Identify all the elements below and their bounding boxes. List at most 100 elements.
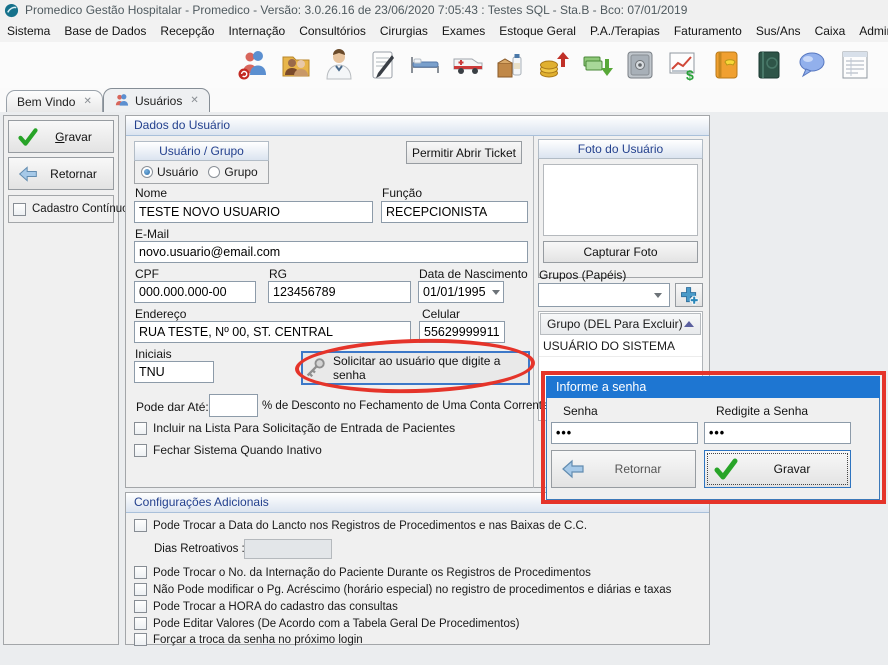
menu-estoque-geral[interactable]: Estoque Geral: [492, 20, 583, 42]
users-icon[interactable]: [237, 47, 269, 83]
menu-caixa[interactable]: Caixa: [808, 20, 853, 42]
cpf-input[interactable]: [134, 281, 256, 303]
checkbox-icon: [134, 444, 147, 457]
endereco-input[interactable]: [134, 321, 411, 343]
funcao-label: Função: [382, 186, 422, 200]
arrow-left-icon: [18, 164, 38, 184]
check-icon: [18, 127, 38, 147]
group-row[interactable]: USUÁRIO DO SISTEMA: [539, 336, 702, 357]
config-checkbox-editar-valores[interactable]: Pode Editar Valores (De Acordo com a Tab…: [134, 617, 519, 630]
photo-panel-header: Foto do Usuário: [538, 139, 703, 159]
tab-strip: Bem Vindo Usuários: [0, 88, 888, 112]
app-window: Promedico Gestão Hospitalar - Promedico …: [0, 0, 888, 665]
config-checkbox-no-internacao[interactable]: Pode Trocar o No. da Internação do Pacie…: [134, 566, 591, 579]
password-dialog: Informe a senha Senha Redigite a Senha R…: [546, 376, 880, 500]
pharmacy-icon[interactable]: [495, 47, 527, 83]
config-checkbox-forcar-troca-senha[interactable]: Forçar a troca da senha no próximo login: [134, 633, 363, 646]
celular-input[interactable]: [419, 321, 505, 343]
radio-usuario[interactable]: [141, 166, 153, 178]
book-icon[interactable]: [753, 47, 785, 83]
tab-close-icon[interactable]: [83, 96, 91, 107]
menu-recepcao[interactable]: Recepção: [153, 20, 221, 42]
data-nascimento-label: Data de Nascimento: [419, 267, 528, 281]
phonebook-icon[interactable]: [710, 47, 742, 83]
celular-label: Celular: [422, 307, 460, 321]
config-checkbox-pg-acrescimo[interactable]: Não Pode modificar o Pg. Acréscimo (horá…: [134, 583, 671, 596]
iniciais-input[interactable]: [134, 361, 214, 383]
bed-icon[interactable]: [409, 47, 441, 83]
dias-retroativos-input: [244, 539, 332, 559]
menu-base-de-dados[interactable]: Base de Dados: [57, 20, 153, 42]
grupos-combo[interactable]: [538, 283, 670, 307]
checkbox-icon: [134, 600, 147, 613]
dialog-save-button[interactable]: Gravar: [704, 450, 851, 488]
groups-grid-header[interactable]: Grupo (DEL Para Excluir): [540, 313, 701, 335]
email-field[interactable]: [134, 241, 528, 263]
toolbar: $: [0, 42, 888, 89]
add-group-button[interactable]: [675, 283, 703, 307]
request-password-button[interactable]: Solicitar ao usuário que digite a senha: [301, 351, 530, 385]
add-plus-icon: [679, 285, 699, 305]
menu-exames[interactable]: Exames: [435, 20, 492, 42]
tab-close-icon[interactable]: [190, 95, 198, 106]
cash-in-icon[interactable]: [538, 47, 570, 83]
password-dialog-title: Informe a senha: [546, 376, 880, 398]
capture-photo-button[interactable]: Capturar Foto: [543, 241, 698, 263]
endereco-label: Endereço: [135, 307, 186, 321]
app-logo-icon: [4, 3, 19, 18]
save-button-label: Gravar: [38, 130, 109, 144]
config-checkbox-data-lancto[interactable]: Pode Trocar a Data do Lancto nos Registr…: [134, 519, 587, 532]
ambulance-icon[interactable]: [452, 47, 484, 83]
menu-sistema[interactable]: Sistema: [0, 20, 57, 42]
report-icon[interactable]: [839, 47, 871, 83]
menu-cirurgias[interactable]: Cirurgias: [373, 20, 435, 42]
chevron-down-icon[interactable]: [654, 293, 662, 298]
prescription-icon[interactable]: [366, 47, 398, 83]
doctor-icon[interactable]: [323, 47, 355, 83]
cash-out-icon[interactable]: [581, 47, 613, 83]
redigite-senha-input[interactable]: [704, 422, 851, 444]
chevron-down-icon[interactable]: [492, 290, 500, 295]
desconto-input[interactable]: [209, 394, 258, 417]
photo-panel: Foto do Usuário Capturar Foto: [538, 139, 703, 278]
desconto-suffix-label: % de Desconto no Fechamento de Uma Conta…: [262, 400, 548, 412]
iniciais-label: Iniciais: [135, 347, 172, 361]
finance-chart-icon[interactable]: $: [667, 47, 699, 83]
senha-input[interactable]: [551, 422, 698, 444]
title-bar: Promedico Gestão Hospitalar - Promedico …: [0, 0, 888, 20]
tab-usuarios[interactable]: Usuários: [103, 88, 210, 112]
menu-pa-terapias[interactable]: P.A./Terapias: [583, 20, 667, 42]
window-title: Promedico Gestão Hospitalar - Promedico …: [25, 3, 687, 17]
menu-consultorios[interactable]: Consultórios: [292, 20, 373, 42]
key-icon: [303, 356, 327, 380]
save-button[interactable]: Gravar: [8, 120, 114, 153]
radio-grupo[interactable]: [208, 166, 220, 178]
incluir-lista-checkbox[interactable]: Incluir na Lista Para Solicitação de Ent…: [134, 421, 455, 435]
patients-icon[interactable]: [280, 47, 312, 83]
user-group-header: Usuário / Grupo: [134, 141, 269, 161]
menu-administracao[interactable]: Administração: [852, 20, 888, 42]
return-button[interactable]: Retornar: [8, 157, 114, 190]
funcao-input[interactable]: [381, 201, 528, 223]
tab-bem-vindo[interactable]: Bem Vindo: [6, 90, 103, 112]
cadastro-continuo-checkbox[interactable]: Cadastro Contínuo: [13, 203, 129, 216]
menu-internacao[interactable]: Internação: [221, 20, 292, 42]
checkbox-icon: [134, 633, 147, 646]
config-checkbox-hora-consultas[interactable]: Pode Trocar a HORA do cadastro das consu…: [134, 600, 398, 613]
checkbox-icon: [134, 617, 147, 630]
panel-header: Dados do Usuário: [126, 116, 709, 136]
checkbox-icon: [134, 422, 147, 435]
nome-input[interactable]: [134, 201, 373, 223]
menu-sus-ans[interactable]: Sus/Ans: [749, 20, 808, 42]
fechar-sistema-checkbox[interactable]: Fechar Sistema Quando Inativo: [134, 443, 322, 457]
dialog-return-button[interactable]: Retornar: [551, 450, 696, 488]
photo-placeholder: [543, 164, 698, 236]
checkbox-icon: [134, 583, 147, 596]
cadastro-continuo-box: Cadastro Contínuo: [8, 195, 114, 223]
chat-icon[interactable]: [796, 47, 828, 83]
safe-icon[interactable]: [624, 47, 656, 83]
menu-faturamento[interactable]: Faturamento: [667, 20, 749, 42]
rg-input[interactable]: [268, 281, 411, 303]
arrow-left-icon: [561, 457, 585, 481]
permitir-abrir-ticket-button[interactable]: Permitir Abrir Ticket: [406, 141, 522, 164]
